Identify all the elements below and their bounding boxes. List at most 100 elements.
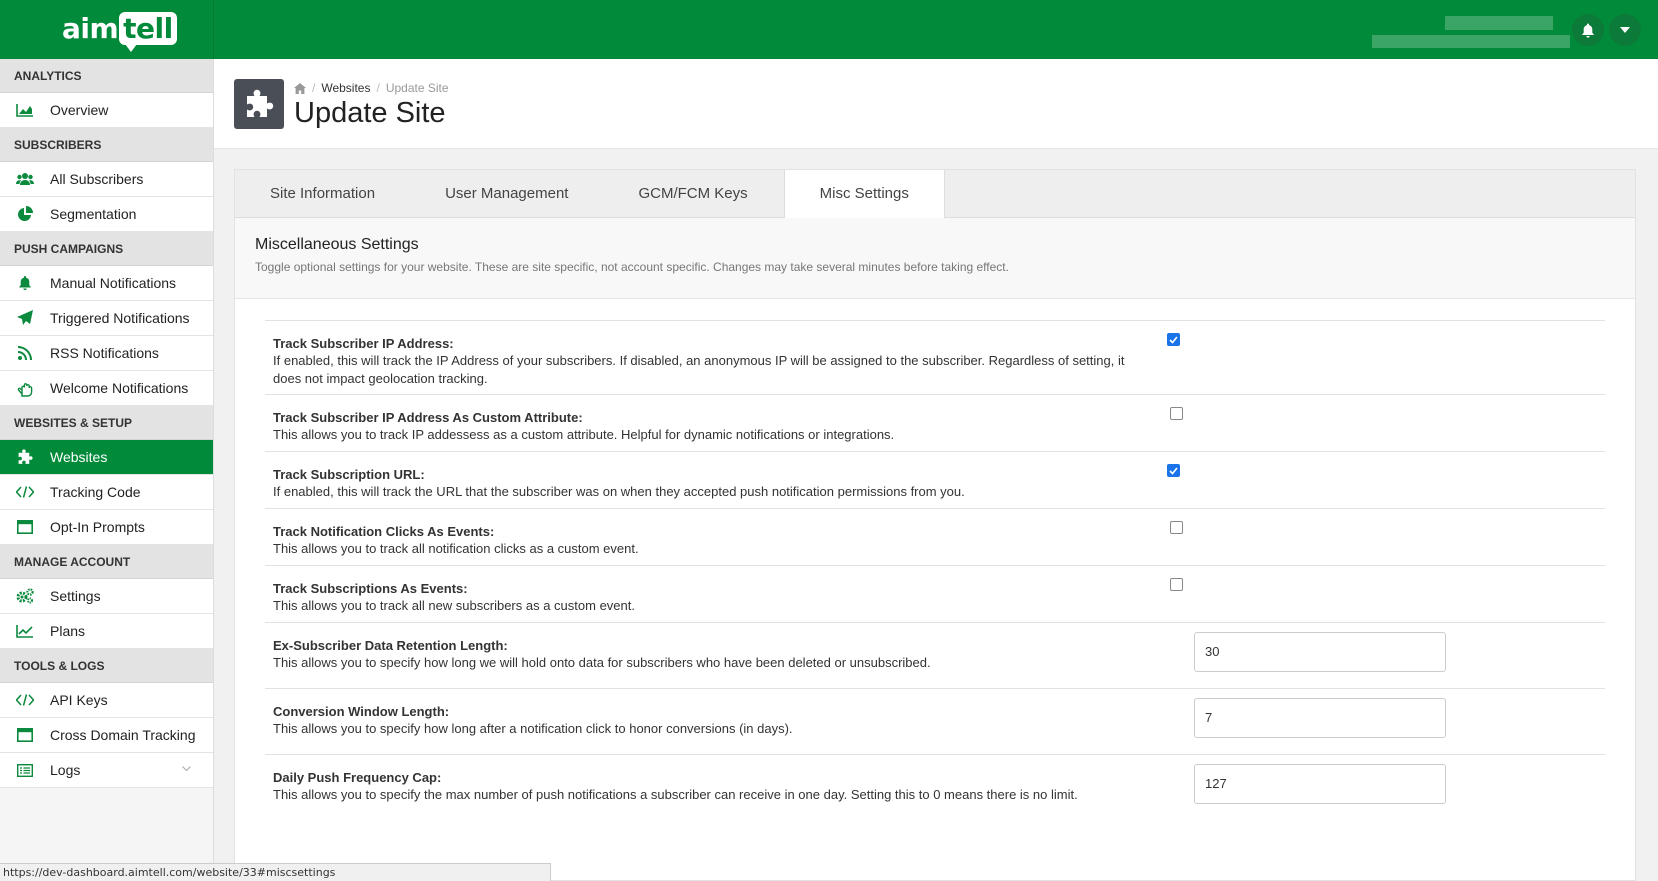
sidebar-item-label: Cross Domain Tracking <box>50 727 196 743</box>
sidebar-item-label: API Keys <box>50 692 108 708</box>
setting-number-input[interactable]: 7 <box>1194 698 1446 738</box>
sidebar-item-label: All Subscribers <box>50 171 144 187</box>
sidebar-item-cross-domain-tracking[interactable]: Cross Domain Tracking <box>0 718 213 753</box>
sidebar-item-label: RSS Notifications <box>50 345 159 361</box>
sidebar-item-label: Triggered Notifications <box>50 310 190 326</box>
tab-gcm-fcm-keys[interactable]: GCM/FCM Keys <box>603 170 782 218</box>
section-description: Toggle optional settings for your websit… <box>255 260 1009 274</box>
setting-checkbox[interactable] <box>1170 578 1183 591</box>
tab-bar: Site Information User Management GCM/FCM K… <box>235 170 1635 219</box>
setting-row: Track Subscription URL: If enabled, this … <box>265 451 1605 508</box>
redacted-user-email <box>1372 35 1570 48</box>
notifications-button[interactable] <box>1572 14 1604 46</box>
sidebar-item-rss-notifications[interactable]: RSS Notifications <box>0 336 213 371</box>
chevron-down-icon <box>182 763 191 775</box>
setting-label: Conversion Window Length: <box>273 704 450 719</box>
redacted-user-name <box>1445 16 1553 30</box>
breadcrumb-websites-link[interactable]: Websites <box>321 81 370 95</box>
setting-row: Track Subscriber IP Address: If enabled, … <box>265 320 1605 394</box>
setting-label: Track Notification Clicks As Events: <box>273 524 495 539</box>
setting-row: Daily Push Frequency Cap: This allows you… <box>265 754 1605 824</box>
top-header: aim tell <box>0 0 1658 59</box>
page-title: Update Site <box>294 97 446 129</box>
sidebar-item-manual-notifications[interactable]: Manual Notifications <box>0 266 213 301</box>
setting-number-input[interactable]: 30 <box>1194 632 1446 672</box>
pie-chart-icon <box>15 206 35 222</box>
settings-list: Track Subscriber IP Address: If enabled, … <box>265 320 1605 824</box>
setting-checkbox[interactable] <box>1170 407 1183 420</box>
page-icon <box>234 79 284 129</box>
setting-description: This allows you to specify how long we w… <box>273 655 931 670</box>
sidebar-item-websites[interactable]: Websites <box>0 440 213 475</box>
setting-checkbox[interactable] <box>1167 464 1180 477</box>
setting-label: Track Subscriber IP Address: <box>273 336 454 351</box>
sidebar-item-overview[interactable]: Overview <box>0 93 213 128</box>
setting-label: Track Subscriber IP Address As Custom At… <box>273 410 583 425</box>
home-icon[interactable] <box>294 82 306 94</box>
logo-area[interactable]: aim tell <box>0 0 214 59</box>
sidebar-item-opt-in-prompts[interactable]: Opt-In Prompts <box>0 510 213 545</box>
sidebar-item-logs[interactable]: Logs <box>0 753 213 788</box>
setting-row: Track Subscriptions As Events: This allow… <box>265 565 1605 622</box>
sidebar-item-segmentation[interactable]: Segmentation <box>0 197 213 232</box>
sidebar-section-subscribers: SUBSCRIBERS <box>0 128 213 162</box>
sidebar-item-settings[interactable]: Settings <box>0 579 213 614</box>
logo-text-tell: tell <box>119 12 177 52</box>
section-header: Miscellaneous Settings Toggle optional s… <box>235 218 1635 299</box>
caret-down-icon <box>1620 27 1630 33</box>
rss-icon <box>15 345 35 361</box>
breadcrumb-current: Update Site <box>385 81 449 95</box>
setting-number-input[interactable]: 127 <box>1194 764 1446 804</box>
puzzle-icon <box>15 449 35 465</box>
sidebar-item-triggered-notifications[interactable]: Triggered Notifications <box>0 301 213 336</box>
sidebar-section-analytics: ANALYTICS <box>0 59 213 93</box>
setting-checkbox[interactable] <box>1167 333 1180 346</box>
sidebar-section-tools-logs: TOOLS & LOGS <box>0 649 213 683</box>
tab-user-management[interactable]: User Management <box>410 170 603 218</box>
setting-label: Daily Push Frequency Cap: <box>273 770 442 785</box>
aimtell-logo[interactable]: aim tell <box>62 12 177 52</box>
setting-label: Ex-Subscriber Data Retention Length: <box>273 638 508 653</box>
cogs-icon <box>15 588 35 604</box>
setting-description: This allows you to track all notificatio… <box>273 541 639 556</box>
logo-text-aim: aim <box>62 12 119 45</box>
sidebar-item-label: Plans <box>50 623 86 639</box>
hand-wave-icon <box>15 380 35 397</box>
sidebar-item-label: Welcome Notifications <box>50 380 189 396</box>
sidebar-item-welcome-notifications[interactable]: Welcome Notifications <box>0 371 213 406</box>
sidebar-item-tracking-code[interactable]: Tracking Code <box>0 475 213 510</box>
code-icon <box>15 692 35 708</box>
sidebar-item-label: Tracking Code <box>50 484 141 500</box>
setting-checkbox[interactable] <box>1170 521 1183 534</box>
sidebar-item-api-keys[interactable]: API Keys <box>0 683 213 718</box>
setting-label: Track Subscriptions As Events: <box>273 581 468 596</box>
tab-misc-settings[interactable]: Misc Settings <box>783 170 945 219</box>
main-content: / Websites / Update Site Update Site Sit… <box>214 59 1658 881</box>
setting-description: If enabled, this will track the IP Addre… <box>273 353 1125 386</box>
settings-panel: Site Information User Management GCM/FCM K… <box>234 169 1636 881</box>
sidebar-item-plans[interactable]: Plans <box>0 614 213 649</box>
user-menu-button[interactable] <box>1609 14 1641 46</box>
window-icon <box>15 519 35 535</box>
section-title: Miscellaneous Settings <box>255 236 419 253</box>
bell-icon <box>1582 23 1594 38</box>
sidebar-section-manage-account: MANAGE ACCOUNT <box>0 545 213 579</box>
check-icon <box>1169 335 1178 344</box>
setting-row: Track Subscriber IP Address As Custom At… <box>265 394 1605 451</box>
list-icon <box>15 762 35 778</box>
setting-row: Track Notification Clicks As Events: This… <box>265 508 1605 565</box>
sidebar-item-label: Opt-In Prompts <box>50 519 145 535</box>
page-header: / Websites / Update Site Update Site <box>214 59 1658 149</box>
setting-description: This allows you to track IP addessess as… <box>273 427 895 442</box>
sidebar-item-label: Settings <box>50 588 101 604</box>
setting-description: If enabled, this will track the URL that… <box>273 484 965 499</box>
setting-row: Ex-Subscriber Data Retention Length: This… <box>265 622 1605 688</box>
sidebar-item-label: Segmentation <box>50 206 137 222</box>
sidebar-item-all-subscribers[interactable]: All Subscribers <box>0 162 213 197</box>
check-icon <box>1169 466 1178 475</box>
puzzle-icon <box>247 89 274 117</box>
setting-description: This allows you to track all new subscri… <box>273 598 635 613</box>
window-icon <box>15 727 35 743</box>
tab-site-information[interactable]: Site Information <box>235 170 410 218</box>
status-url-bar: https://dev-dashboard.aimtell.com/websit… <box>0 863 551 881</box>
